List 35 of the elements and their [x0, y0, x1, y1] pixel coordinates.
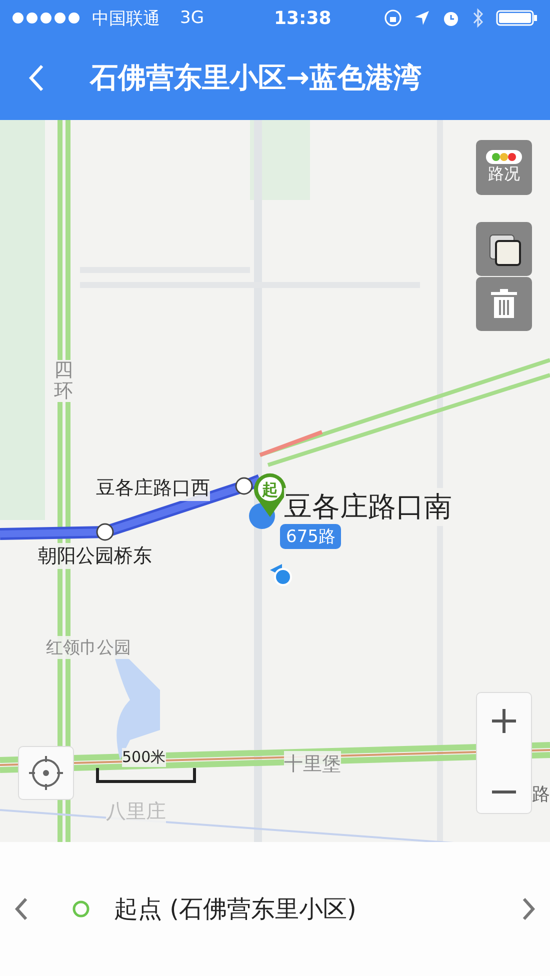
map-label: 豆各庄路口南 [284, 488, 452, 526]
rotation-lock-icon [384, 9, 402, 27]
signal-icon [12, 12, 82, 24]
start-point-icon [72, 900, 90, 918]
road-label: 四环 [54, 360, 73, 402]
location-arrow-icon [414, 10, 430, 26]
clock-time: 13:38 [274, 8, 332, 28]
delete-button[interactable] [476, 277, 532, 331]
trash-icon [491, 289, 517, 319]
back-button[interactable] [28, 64, 44, 92]
bus-line-badge: 675路 [280, 524, 342, 549]
minus-icon [491, 790, 517, 794]
map-label: 朝阳公园桥东 [38, 543, 152, 569]
network-type: 3G [180, 8, 204, 28]
locate-icon [29, 756, 63, 790]
step-text: 起点 (石佛营东里小区) [114, 894, 356, 925]
next-button[interactable] [522, 897, 536, 921]
map-label: 豆各庄路口西 [96, 475, 210, 501]
alarm-icon [442, 9, 460, 27]
scale-label: 500米 [122, 748, 166, 767]
locate-button[interactable] [18, 746, 74, 800]
plus-icon [491, 708, 517, 734]
route-title: 石佛营东里小区→蓝色港湾 [90, 60, 422, 96]
bluetooth-icon [472, 8, 484, 28]
map-label: 八里庄 [106, 798, 166, 825]
battery-icon [496, 9, 538, 27]
previous-button[interactable] [14, 897, 28, 921]
location-icon [270, 564, 292, 586]
traffic-light-icon [486, 150, 522, 164]
stop-marker [235, 477, 253, 495]
map-label: 红领巾公园 [46, 636, 131, 659]
stop-marker [96, 523, 114, 541]
layers-button[interactable] [476, 222, 532, 276]
traffic-button[interactable]: 路况 [476, 140, 532, 195]
carrier-name: 中国联通 [92, 8, 160, 30]
